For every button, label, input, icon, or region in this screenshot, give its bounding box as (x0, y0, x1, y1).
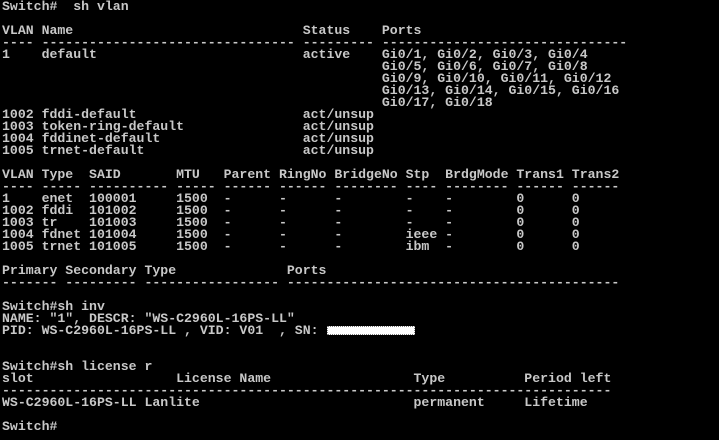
terminal-line: 1005 trnet 101005 1500 - - - ibm - 0 0 (2, 239, 627, 254)
terminal-window[interactable]: Switch# sh vlan VLAN Name Status Ports ---… (0, 0, 719, 440)
terminal-line: 1005 trnet-default act/unsup (2, 143, 627, 158)
terminal-line: PID: WS-C2960L-16PS-LL , VID: V01 , SN: (2, 323, 627, 338)
terminal-output: Switch# sh vlan VLAN Name Status Ports ---… (2, 0, 627, 434)
redacted-serial-number (327, 326, 416, 335)
terminal-line-text: WS-C2960L-16PS-LL Lanlite permanent Life… (2, 395, 588, 410)
terminal-line: Switch# sh vlan (2, 0, 627, 14)
terminal-line: Switch# (2, 419, 627, 434)
cursor[interactable] (57, 422, 63, 431)
terminal-line-text: ------- --------- ----------------- ----… (2, 275, 620, 290)
terminal-line: ------- --------- ----------------- ----… (2, 275, 627, 290)
terminal-line-text: 1005 trnet 101005 1500 - - - ibm - 0 0 (2, 239, 580, 254)
terminal-line-text: Switch# sh vlan (2, 0, 129, 14)
terminal-line-text: PID: WS-C2960L-16PS-LL , VID: V01 , SN: (2, 323, 327, 338)
terminal-line-text: Switch# (2, 419, 58, 434)
terminal-line: WS-C2960L-16PS-LL Lanlite permanent Life… (2, 395, 627, 410)
terminal-line-text: 1005 trnet-default act/unsup (2, 143, 374, 158)
